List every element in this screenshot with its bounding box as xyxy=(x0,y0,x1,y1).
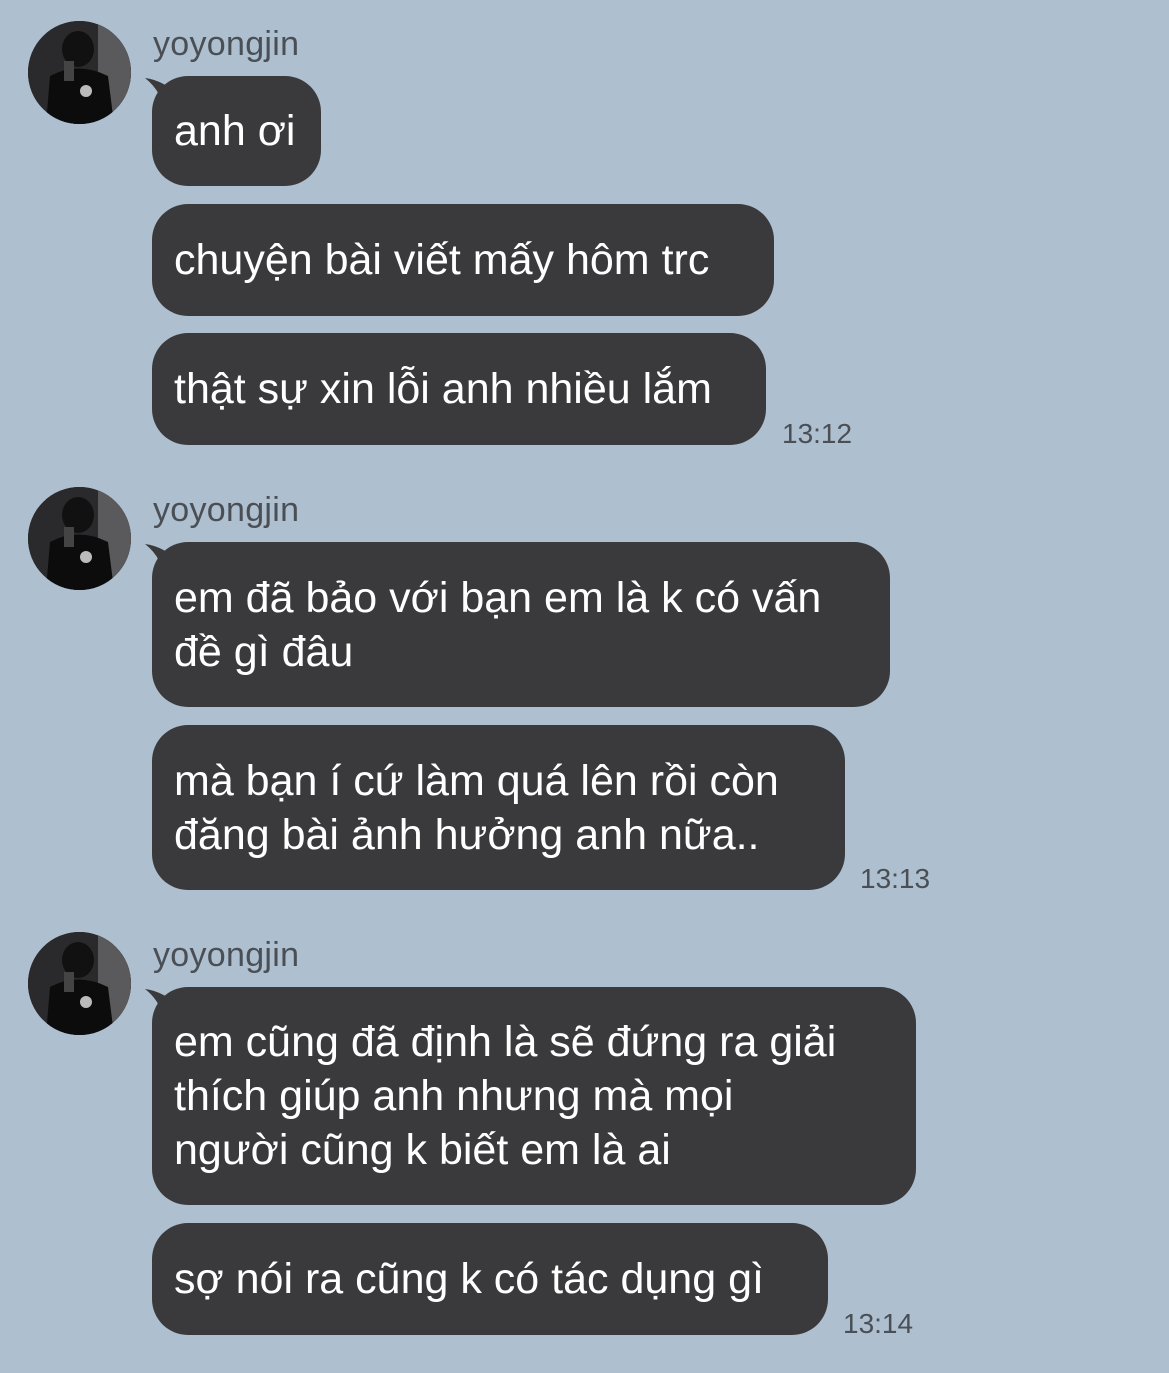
sender-name: yoyongjin xyxy=(153,491,300,529)
message-timestamp: 13:12 xyxy=(782,418,853,449)
message-timestamp: 13:14 xyxy=(843,1308,914,1339)
message-text: anh ơi xyxy=(174,107,296,155)
message-text: em đã bảo với bạn em là k có vấn đề gì đ… xyxy=(174,573,822,676)
message-text: em cũng đã định là sẽ đứng ra giải thích… xyxy=(174,1018,837,1174)
message-bubble[interactable]: em đã bảo với bạn em là k có vấn đề gì đ… xyxy=(152,542,890,707)
message-bubble[interactable]: anh ơi xyxy=(152,76,321,186)
sender-name: yoyongjin xyxy=(153,936,300,974)
message-text: chuyện bài viết mấy hôm trc xyxy=(174,236,710,284)
message-bubble[interactable]: sợ nói ra cũng k có tác dụng gì xyxy=(152,1223,828,1335)
message-bubble[interactable]: thật sự xin lỗi anh nhiều lắm xyxy=(152,333,766,445)
message-bubble[interactable]: mà bạn í cứ làm quá lên rồi còn đăng bài… xyxy=(152,725,845,890)
message-timestamp: 13:13 xyxy=(860,863,931,894)
message-bubble[interactable]: em cũng đã định là sẽ đứng ra giải thích… xyxy=(152,987,916,1205)
message-text: mà bạn í cứ làm quá lên rồi còn đăng bài… xyxy=(174,756,779,859)
message-bubble[interactable]: chuyện bài viết mấy hôm trc xyxy=(152,204,774,316)
sender-avatar[interactable] xyxy=(28,932,131,1035)
sender-avatar[interactable] xyxy=(28,21,131,124)
message-text: sợ nói ra cũng k có tác dụng gì xyxy=(174,1255,764,1303)
sender-name: yoyongjin xyxy=(153,25,300,63)
message-text: thật sự xin lỗi anh nhiều lắm xyxy=(174,365,712,413)
sender-avatar[interactable] xyxy=(28,487,131,590)
